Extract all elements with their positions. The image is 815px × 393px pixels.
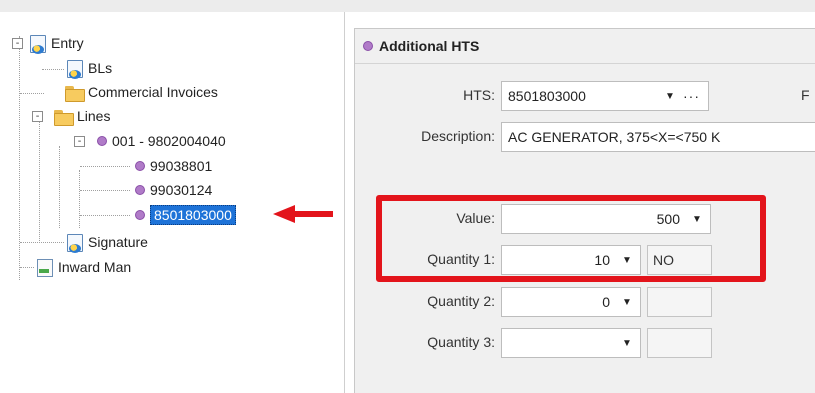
tree-item-commercial-invoices[interactable]: Commercial Invoices [64, 81, 218, 103]
collapse-icon[interactable]: - [12, 37, 23, 49]
purple-dot-icon [135, 185, 145, 195]
tree-connector [20, 93, 44, 94]
tree-connector [79, 170, 80, 228]
hts-combo[interactable]: 8501803000 ▼ ··· [501, 81, 709, 111]
tree-item-8501803000[interactable]: 8501803000 [131, 204, 236, 226]
tree-item-signature[interactable]: Signature [64, 231, 148, 253]
purple-dot-icon [135, 161, 145, 171]
document-icon [64, 233, 84, 253]
dropdown-arrow-icon[interactable]: ▼ [620, 297, 634, 308]
folder-icon [53, 107, 74, 126]
document-icon [64, 59, 84, 79]
tree-item-entry[interactable]: - Entry [12, 32, 84, 54]
annotation-arrow-icon [273, 204, 337, 224]
tree-connector [42, 69, 64, 70]
page-icon [34, 258, 54, 277]
panel-title: Additional HTS [379, 38, 480, 54]
divider [355, 63, 815, 64]
tree-item-label: Signature [88, 234, 148, 250]
quantity3-label: Quantity 3: [427, 334, 495, 350]
tree-connector [20, 242, 64, 243]
folder-icon [64, 83, 85, 102]
collapse-icon[interactable]: - [32, 110, 43, 122]
tree-item-label: 001 - 9802004040 [112, 133, 226, 149]
tree-item-line-001[interactable]: - 001 - 9802004040 [74, 130, 226, 152]
tree-connector [80, 166, 130, 167]
ellipsis-button[interactable]: ··· [683, 88, 700, 104]
quantity2-field[interactable]: 0 ▼ [501, 287, 641, 317]
quantity2-label: Quantity 2: [427, 293, 495, 309]
panel-header: Additional HTS [355, 29, 815, 63]
dropdown-arrow-icon[interactable]: ▼ [663, 91, 677, 102]
hts-value: 8501803000 [508, 88, 586, 104]
hts-label: HTS: [463, 87, 495, 103]
tree-connector [19, 36, 20, 280]
arrow-head [273, 205, 295, 223]
quantity2-unit [647, 287, 712, 317]
tree-item-label-selected: 8501803000 [150, 205, 236, 225]
description-value: AC GENERATOR, 375<X=<750 K [508, 129, 721, 145]
tree-connector [59, 146, 60, 228]
tree-item-label: 99038801 [150, 158, 213, 174]
navigation-tree: - Entry BLs Commercial Invoices - Lines … [0, 12, 344, 393]
quantity3-field[interactable]: ▼ [501, 328, 641, 358]
pane-splitter[interactable] [344, 12, 345, 393]
tree-item-label: Lines [77, 108, 111, 124]
top-bar [0, 0, 815, 12]
tree-connector [20, 267, 34, 268]
highlight-box [376, 195, 766, 282]
entry-doc-icon [27, 34, 47, 54]
tree-item-99038801[interactable]: 99038801 [131, 155, 212, 177]
tree-connector [80, 215, 130, 216]
tree-item-label: Inward Man [58, 259, 132, 275]
tree-item-inward-man[interactable]: Inward Man [34, 256, 131, 278]
purple-dot-icon [135, 210, 145, 220]
description-field[interactable]: AC GENERATOR, 375<X=<750 K [501, 122, 815, 152]
purple-dot-icon [363, 41, 373, 51]
cut-off-label: F [801, 87, 810, 103]
quantity3-unit [647, 328, 712, 358]
description-label: Description: [421, 128, 495, 144]
dropdown-arrow-icon[interactable]: ▼ [620, 338, 634, 349]
purple-dot-icon [97, 136, 107, 146]
tree-item-label: Commercial Invoices [88, 84, 218, 100]
tree-connector [80, 190, 130, 191]
tree-item-bls[interactable]: BLs [64, 57, 112, 79]
tree-item-99030124[interactable]: 99030124 [131, 179, 212, 201]
quantity2-value: 0 [602, 294, 610, 310]
collapse-icon[interactable]: - [74, 135, 85, 147]
tree-connector [39, 121, 40, 243]
tree-item-lines[interactable]: - Lines [32, 105, 110, 127]
tree-item-label: BLs [88, 60, 113, 76]
arrow-shaft [293, 211, 333, 217]
tree-item-label: 99030124 [150, 182, 213, 198]
tree-item-label: Entry [51, 35, 84, 51]
